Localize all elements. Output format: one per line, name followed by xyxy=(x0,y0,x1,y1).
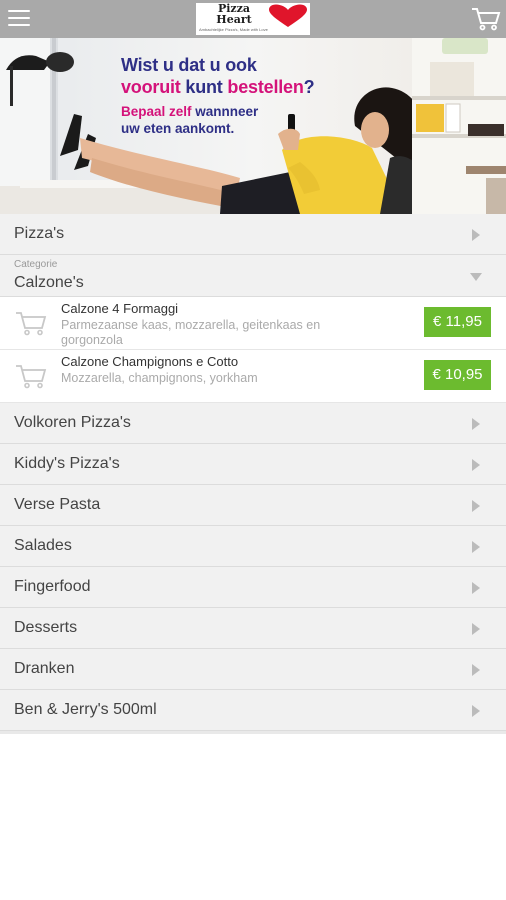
item-description: Parmezaanse kaas, mozzarella, geitenkaas… xyxy=(61,318,321,347)
item-name: Calzone 4 Formaggi xyxy=(61,301,179,316)
list-bottom-shadow xyxy=(0,731,506,734)
menu-item[interactable]: Calzone Champignons e Cotto Mozzarella, … xyxy=(0,350,506,403)
category-dranken[interactable]: Dranken xyxy=(0,649,506,690)
chevron-right-icon xyxy=(472,459,480,471)
category-calzones[interactable]: Categorie Calzone's xyxy=(0,255,506,297)
chevron-right-icon xyxy=(472,582,480,594)
banner-line-3-b: wannneer xyxy=(191,104,259,119)
banner-line-2-c: bestellen xyxy=(227,77,304,97)
menu-item[interactable]: Calzone 4 Formaggi Parmezaanse kaas, moz… xyxy=(0,297,506,350)
category-label: Dranken xyxy=(14,660,75,677)
cart-icon[interactable] xyxy=(14,362,48,390)
category-fingerfood[interactable]: Fingerfood xyxy=(0,567,506,608)
price-button[interactable]: € 10,95 xyxy=(424,360,491,390)
banner-line-2-d: ? xyxy=(303,77,315,97)
banner-line-1: Wist u dat u ook xyxy=(121,55,257,75)
item-name: Calzone Champignons e Cotto xyxy=(61,354,239,369)
category-verse-pasta[interactable]: Verse Pasta xyxy=(0,485,506,526)
category-ben-jerrys[interactable]: Ben & Jerry's 500ml xyxy=(0,690,506,731)
banner-line-2: vooruit kunt bestellen? xyxy=(121,77,315,98)
chevron-down-icon xyxy=(470,273,482,281)
logo-text: Pizza Heart xyxy=(216,2,252,26)
category-label: Calzone's xyxy=(14,274,84,291)
category-label: Ben & Jerry's 500ml xyxy=(14,701,157,718)
category-list: Pizza's Categorie Calzone's Calzone 4 Fo… xyxy=(0,214,506,734)
category-label: Volkoren Pizza's xyxy=(14,414,131,431)
category-salades[interactable]: Salades xyxy=(0,526,506,567)
chevron-right-icon xyxy=(472,229,480,241)
chevron-right-icon xyxy=(472,500,480,512)
top-bar: Pizza Heart Ambachtelijke Pizza's, Made … xyxy=(0,0,506,38)
category-pizzas[interactable]: Pizza's xyxy=(0,214,506,255)
chevron-right-icon xyxy=(472,541,480,553)
price-button[interactable]: € 11,95 xyxy=(424,307,491,337)
category-label: Fingerfood xyxy=(14,578,91,595)
heart-icon xyxy=(269,4,307,27)
chevron-right-icon xyxy=(472,705,480,717)
category-volkoren-pizzas[interactable]: Volkoren Pizza's xyxy=(0,403,506,444)
item-description: Mozzarella, champignons, yorkham xyxy=(61,371,258,385)
category-label: Pizza's xyxy=(14,225,65,242)
banner-line-3: Bepaal zelf wannneer uw eten aankomt. xyxy=(121,103,258,137)
cart-icon[interactable] xyxy=(14,309,48,337)
category-caption: Categorie xyxy=(14,259,58,270)
logo[interactable]: Pizza Heart Ambachtelijke Pizza's, Made … xyxy=(196,3,310,35)
category-label: Salades xyxy=(14,537,72,554)
cart-icon[interactable] xyxy=(470,6,502,32)
category-label: Desserts xyxy=(14,619,78,636)
banner-line-4: uw eten aankomt. xyxy=(121,121,235,136)
category-desserts[interactable]: Desserts xyxy=(0,608,506,649)
category-label: Kiddy's Pizza's xyxy=(14,455,120,472)
chevron-right-icon xyxy=(472,418,480,430)
banner-line-2-b: kunt xyxy=(180,77,228,97)
banner-line-3-a: Bepaal zelf xyxy=(121,104,192,119)
banner-line-2-a: vooruit xyxy=(121,77,181,97)
menu-icon[interactable] xyxy=(8,10,30,28)
promo-banner[interactable]: Wist u dat u ook vooruit kunt bestellen?… xyxy=(0,38,506,214)
chevron-right-icon xyxy=(472,664,480,676)
logo-subtitle: Ambachtelijke Pizza's, Made with Love xyxy=(199,27,268,32)
category-kiddys-pizzas[interactable]: Kiddy's Pizza's xyxy=(0,444,506,485)
category-label: Verse Pasta xyxy=(14,496,101,513)
chevron-right-icon xyxy=(472,623,480,635)
